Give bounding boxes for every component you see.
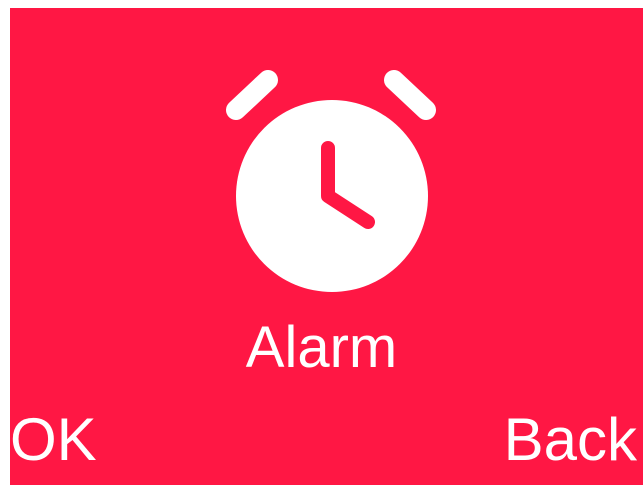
back-softkey[interactable]: Back bbox=[504, 404, 637, 476]
screen-title: Alarm bbox=[245, 315, 398, 380]
alarm-clock-icon bbox=[226, 70, 436, 292]
ok-softkey[interactable]: OK bbox=[10, 404, 97, 476]
